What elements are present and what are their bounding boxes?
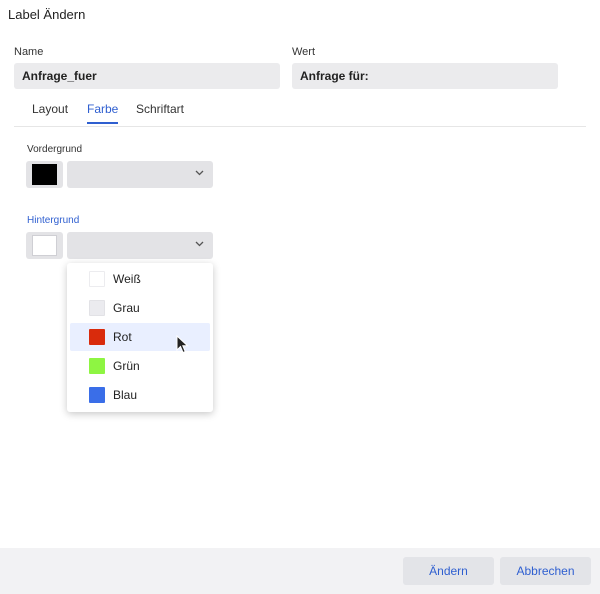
hintergrund-label: Hintergrund xyxy=(27,215,80,226)
color-option-blau[interactable]: Blau xyxy=(70,381,210,409)
apply-button[interactable]: Ändern xyxy=(403,557,494,585)
vordergrund-label: Vordergrund xyxy=(27,144,83,155)
color-option-label: Blau xyxy=(113,388,138,402)
color-swatch-gruen xyxy=(89,358,105,374)
color-swatch-weiss xyxy=(89,271,105,287)
color-option-weiss[interactable]: Weiß xyxy=(70,265,210,293)
color-option-label: Grau xyxy=(113,301,140,315)
name-field[interactable]: Anfrage_fuer xyxy=(14,63,280,89)
vordergrund-swatch-button[interactable] xyxy=(26,161,63,188)
tab-active-indicator xyxy=(87,122,119,124)
hintergrund-color-select[interactable] xyxy=(67,232,213,259)
color-dropdown-menu: Weiß Grau Rot Grün Blau xyxy=(67,263,213,412)
color-option-label: Weiß xyxy=(113,272,141,286)
cancel-button[interactable]: Abbrechen xyxy=(500,557,591,585)
wert-label: Wert xyxy=(292,46,316,58)
color-option-label: Grün xyxy=(113,359,140,373)
tab-farbe[interactable]: Farbe xyxy=(87,102,119,124)
chevron-down-icon xyxy=(195,170,204,176)
color-option-grau[interactable]: Grau xyxy=(70,294,210,322)
color-swatch-rot xyxy=(89,329,105,345)
hintergrund-color-swatch xyxy=(32,235,57,256)
color-swatch-blau xyxy=(89,387,105,403)
tab-farbe-label: Farbe xyxy=(87,102,119,116)
tab-schriftart[interactable]: Schriftart xyxy=(136,102,184,116)
color-option-gruen[interactable]: Grün xyxy=(70,352,210,380)
vordergrund-color-select[interactable] xyxy=(67,161,213,188)
color-swatch-grau xyxy=(89,300,105,316)
chevron-down-icon xyxy=(195,241,204,247)
name-label: Name xyxy=(14,46,44,58)
mouse-pointer-icon xyxy=(176,335,189,354)
dialog-title: Label Ändern xyxy=(8,7,86,22)
tab-layout[interactable]: Layout xyxy=(32,102,68,116)
vordergrund-color-swatch xyxy=(32,164,57,185)
tab-divider xyxy=(14,126,586,127)
hintergrund-swatch-button[interactable] xyxy=(26,232,63,259)
wert-field[interactable]: Anfrage für: xyxy=(292,63,558,89)
dialog-footer: Ändern Abbrechen xyxy=(0,548,600,594)
color-option-label: Rot xyxy=(113,330,132,344)
